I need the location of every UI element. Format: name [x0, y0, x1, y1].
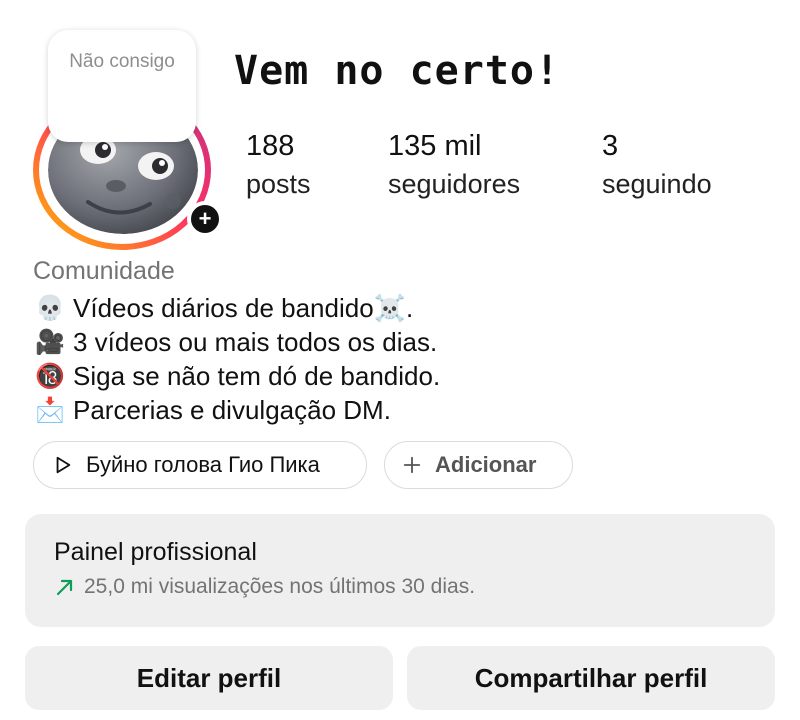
note-text: Não consigo	[69, 51, 175, 72]
bio-text: Vídeos diários de bandido☠️.	[73, 292, 414, 323]
plus-icon: +	[198, 206, 212, 231]
envelope-arrow-icon: 📩	[35, 396, 65, 424]
play-icon	[52, 454, 74, 476]
music-chip-label: Буйно голова Гио Пика	[86, 452, 320, 477]
profile-note[interactable]: Não consigo	[48, 30, 196, 142]
followers-stat[interactable]: 135 mil seguidores	[388, 128, 520, 204]
skull-icon: 💀	[35, 294, 65, 322]
add-story-button[interactable]: +	[187, 201, 223, 237]
music-chip[interactable]: Буйно голова Гио Пика	[33, 441, 367, 489]
professional-dashboard[interactable]: Painel profissional 25,0 mi visualizaçõe…	[25, 514, 775, 627]
posts-stat[interactable]: 188 posts	[246, 128, 311, 204]
bio-line: 🔞 Siga se não tem dó de bandido.	[33, 359, 440, 393]
profile-bio: 💀 Vídeos diários de bandido☠️. 🎥 3 vídeo…	[33, 291, 440, 427]
bio-text: 3 vídeos ou mais todos os dias.	[73, 326, 438, 357]
bio-line: 🎥 3 vídeos ou mais todos os dias.	[33, 325, 440, 359]
add-chip-label: Adicionar	[435, 452, 537, 477]
share-profile-button[interactable]: Compartilhar perfil	[407, 646, 775, 710]
dashboard-subtitle-row: 25,0 mi visualizações nos últimos 30 dia…	[54, 575, 775, 599]
bio-text: Siga se não tem dó de bandido.	[73, 360, 441, 391]
posts-count: 188	[246, 130, 295, 162]
dashboard-title: Painel profissional	[54, 538, 257, 566]
plus-icon	[401, 454, 423, 476]
posts-label: posts	[246, 169, 311, 199]
following-count: 3	[602, 130, 619, 162]
edit-profile-button[interactable]: Editar perfil	[25, 646, 393, 710]
bio-text: Parcerias e divulgação DM.	[73, 394, 391, 425]
followers-label: seguidores	[388, 169, 521, 199]
no-under-18-icon: 🔞	[35, 362, 65, 390]
video-camera-icon: 🎥	[35, 328, 65, 356]
following-label: seguindo	[602, 169, 712, 199]
bio-line: 📩 Parcerias e divulgação DM.	[33, 393, 440, 427]
profile-category: Comunidade	[33, 257, 175, 285]
bio-line: 💀 Vídeos diários de bandido☠️.	[33, 291, 440, 325]
dashboard-subtitle: 25,0 mi visualizações nos últimos 30 dia…	[84, 575, 476, 598]
display-name: Vem no certo!	[234, 48, 561, 94]
followers-count: 135 mil	[388, 130, 482, 162]
add-chip-button[interactable]: Adicionar	[384, 441, 573, 489]
following-stat[interactable]: 3 seguindo	[602, 128, 712, 204]
trend-up-icon	[56, 579, 73, 596]
